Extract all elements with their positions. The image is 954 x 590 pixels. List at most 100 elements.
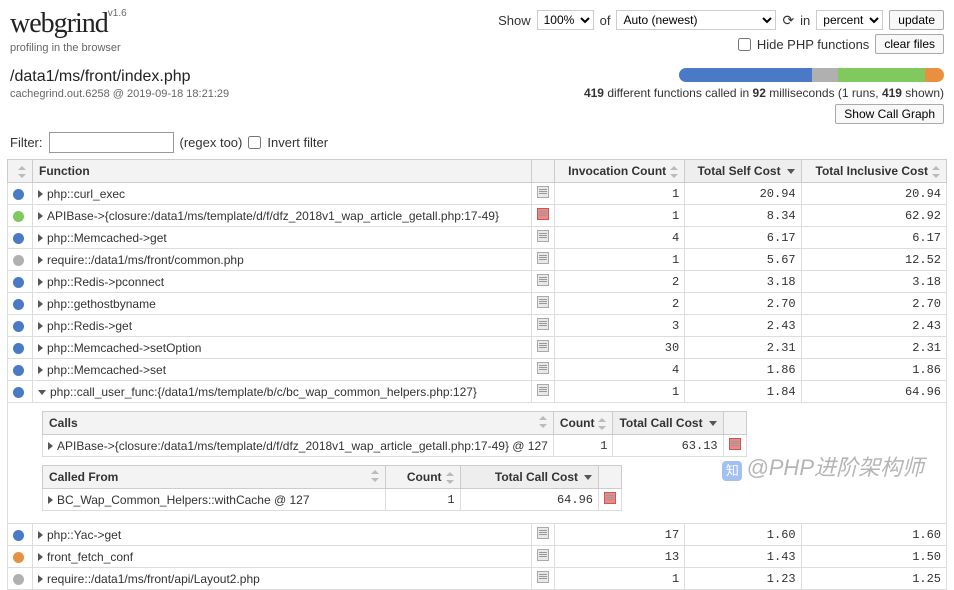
expand-icon[interactable]	[38, 553, 43, 561]
stats-summary: 419 different functions called in 92 mil…	[584, 86, 944, 100]
expand-icon[interactable]	[38, 212, 43, 220]
col-called-from[interactable]: Called From	[43, 466, 386, 489]
clear-files-button[interactable]: clear files	[875, 34, 944, 54]
file-icon[interactable]	[537, 384, 549, 396]
col-calls[interactable]: Calls	[43, 412, 554, 435]
file-icon[interactable]	[537, 296, 549, 308]
col-self-cost[interactable]: Total Self Cost	[685, 160, 801, 183]
file-icon[interactable]	[537, 318, 549, 330]
expand-icon[interactable]	[38, 366, 43, 374]
file-icon[interactable]	[729, 438, 741, 450]
table-row[interactable]: php::call_user_func:{/data1/ms/template/…	[8, 381, 947, 403]
function-name: php::call_user_func:{/data1/ms/template/…	[50, 385, 477, 399]
col-function[interactable]: Function	[33, 160, 532, 183]
expand-icon[interactable]	[38, 322, 43, 330]
function-name: php::Memcached->set	[47, 363, 166, 377]
logo-version: v1.6	[108, 8, 127, 19]
table-row[interactable]: front_fetch_conf 13 1.43 1.50	[8, 546, 947, 568]
col-type[interactable]	[8, 160, 33, 183]
called-from-table: Called From Count Total Call Cost BC_Wap…	[42, 465, 622, 511]
expand-icon[interactable]	[38, 234, 43, 242]
logo-tagline: profiling in the browser	[10, 42, 127, 54]
table-row[interactable]: php::Redis->pconnect 2 3.18 3.18	[8, 271, 947, 293]
file-icon[interactable]	[537, 208, 549, 220]
function-name: php::gethostbyname	[47, 297, 156, 311]
col-invocation[interactable]: Invocation Count	[555, 160, 685, 183]
function-name: require::/data1/ms/front/common.php	[47, 253, 244, 267]
table-row[interactable]: php::Memcached->set 4 1.86 1.86	[8, 359, 947, 381]
type-dot-icon	[13, 574, 24, 585]
in-label: in	[800, 13, 810, 28]
table-row[interactable]: php::curl_exec 1 20.94 20.94	[8, 183, 947, 205]
expand-icon[interactable]	[38, 575, 43, 583]
expand-icon[interactable]	[38, 300, 43, 308]
function-name: php::Redis->pconnect	[47, 275, 164, 289]
file-icon[interactable]	[537, 527, 549, 539]
file-icon[interactable]	[537, 571, 549, 583]
regex-hint: (regex too)	[180, 135, 243, 150]
col-file-icon	[532, 160, 555, 183]
filter-input[interactable]	[49, 132, 174, 153]
mode-select[interactable]: percent	[816, 10, 883, 30]
type-dot-icon	[13, 299, 24, 310]
hide-php-checkbox[interactable]	[738, 38, 751, 51]
file-icon[interactable]	[537, 549, 549, 561]
table-row[interactable]: php::Redis->get 3 2.43 2.43	[8, 315, 947, 337]
update-button[interactable]: update	[889, 10, 944, 30]
table-row[interactable]: php::Memcached->setOption 30 2.31 2.31	[8, 337, 947, 359]
file-icon[interactable]	[537, 186, 549, 198]
type-dot-icon	[13, 233, 24, 244]
show-label: Show	[498, 13, 531, 28]
invert-filter-label: Invert filter	[267, 135, 328, 150]
table-row[interactable]: php::Memcached->get 4 6.17 6.17	[8, 227, 947, 249]
col-total-call-cost[interactable]: Total Call Cost	[460, 466, 598, 489]
table-row[interactable]: APIBase->{closure:/data1/ms/template/d/f…	[8, 205, 947, 227]
show-call-graph-button[interactable]: Show Call Graph	[835, 104, 944, 124]
type-dot-icon	[13, 387, 24, 398]
type-dot-icon	[13, 321, 24, 332]
percent-select[interactable]: 100%	[537, 10, 594, 30]
col-total-call-cost[interactable]: Total Call Cost	[613, 412, 723, 435]
expand-icon[interactable]	[38, 256, 43, 264]
file-icon[interactable]	[537, 340, 549, 352]
expand-icon[interactable]	[48, 496, 53, 504]
collapse-icon[interactable]	[38, 390, 46, 395]
refresh-icon[interactable]: ⟳	[782, 12, 794, 29]
col-inclusive-cost[interactable]: Total Inclusive Cost	[801, 160, 946, 183]
expand-icon[interactable]	[38, 531, 43, 539]
file-icon[interactable]	[537, 362, 549, 374]
file-icon[interactable]	[537, 252, 549, 264]
col-count[interactable]: Count	[553, 412, 613, 435]
filter-label: Filter:	[10, 135, 43, 150]
file-select[interactable]: Auto (newest)	[616, 10, 776, 30]
table-row[interactable]: require::/data1/ms/front/common.php 1 5.…	[8, 249, 947, 271]
expand-icon[interactable]	[38, 278, 43, 286]
function-name: front_fetch_conf	[47, 550, 133, 564]
file-icon[interactable]	[537, 274, 549, 286]
table-row[interactable]: APIBase->{closure:/data1/ms/template/d/f…	[43, 435, 747, 457]
table-row[interactable]: php::gethostbyname 2 2.70 2.70	[8, 293, 947, 315]
logo-text: webgrind	[10, 8, 108, 39]
function-name: php::Redis->get	[47, 319, 132, 333]
table-row[interactable]: require::/data1/ms/front/api/Layout2.php…	[8, 568, 947, 590]
function-name: require::/data1/ms/front/api/Layout2.php	[47, 572, 260, 586]
table-row[interactable]: php::Yac->get 17 1.60 1.60	[8, 524, 947, 546]
cost-distribution-bar	[679, 68, 944, 82]
function-name: php::curl_exec	[47, 187, 125, 201]
file-icon[interactable]	[604, 492, 616, 504]
type-dot-icon	[13, 343, 24, 354]
col-count[interactable]: Count	[385, 466, 460, 489]
type-dot-icon	[13, 365, 24, 376]
function-name: php::Memcached->get	[47, 231, 167, 245]
expand-icon[interactable]	[38, 344, 43, 352]
function-name: php::Memcached->setOption	[47, 341, 201, 355]
invert-filter-checkbox[interactable]	[248, 136, 261, 149]
functions-table: Function Invocation Count Total Self Cos…	[7, 159, 947, 590]
type-dot-icon	[13, 552, 24, 563]
hide-php-label: Hide PHP functions	[757, 37, 870, 52]
calls-table: Calls Count Total Call Cost APIBase->{cl…	[42, 411, 747, 457]
expand-icon[interactable]	[48, 442, 53, 450]
logo-block: webgrindv1.6 profiling in the browser	[10, 8, 127, 54]
expand-icon[interactable]	[38, 190, 43, 198]
file-icon[interactable]	[537, 230, 549, 242]
